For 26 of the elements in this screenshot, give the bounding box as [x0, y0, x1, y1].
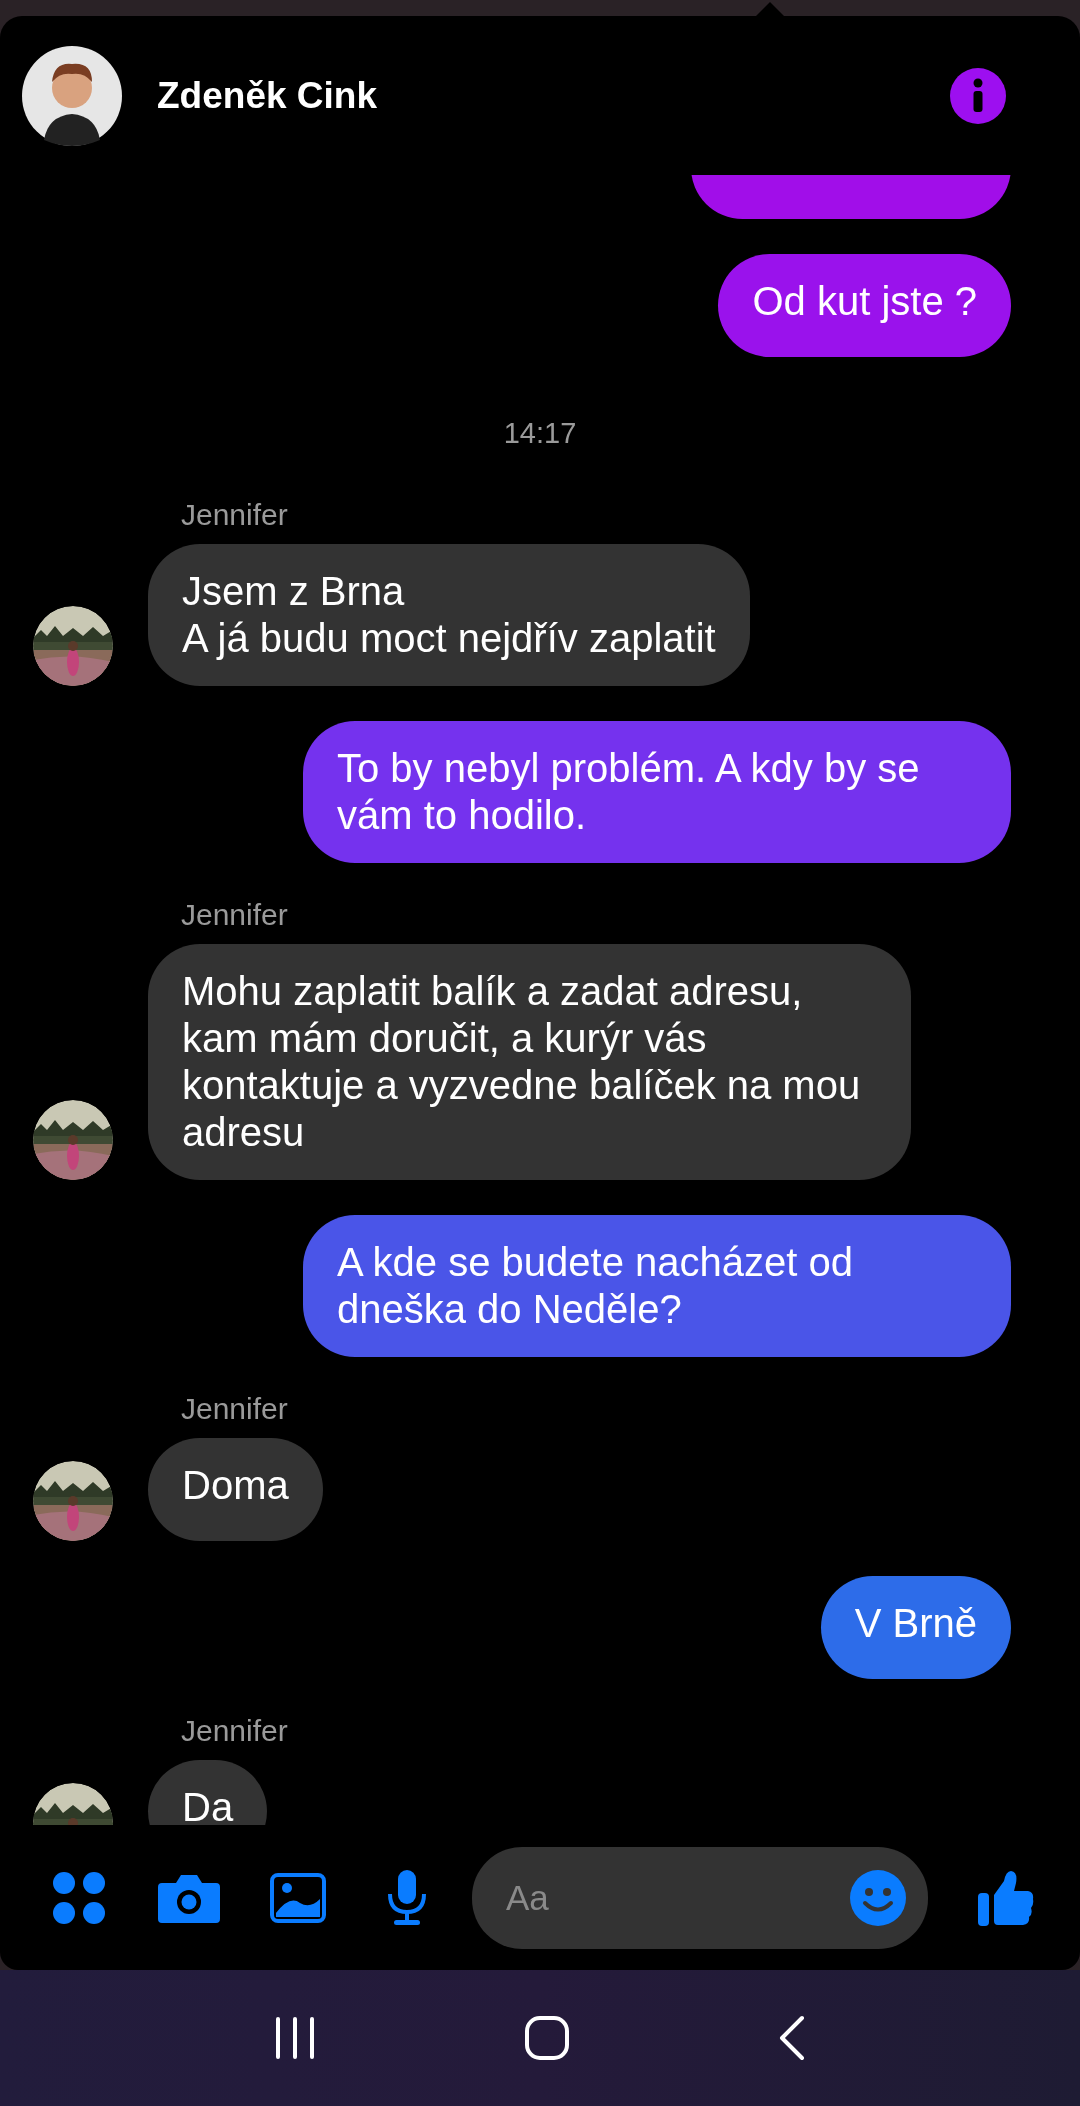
message-bubble: Od kut jste ?: [718, 254, 1011, 357]
message-bubble: A kde se budete nacházet od dneška do Neděle?: [303, 1215, 1011, 1357]
sender-name: Jennifer: [181, 1392, 289, 1426]
message-bubble: Jsem z Brna A já budu moct nejdřív zaplatit: [148, 544, 750, 686]
message-bubble: Da: [148, 1760, 268, 1825]
thumbs-up-icon[interactable]: [978, 1868, 1034, 1927]
sender-name: Jennifer: [181, 898, 289, 932]
recent-apps-icon[interactable]: [274, 2016, 316, 2060]
sender-name: Jennifer: [181, 498, 289, 532]
contact-name: Zdeněk Cink: [157, 74, 378, 117]
microphone-icon[interactable]: [386, 1869, 428, 1926]
apps-icon[interactable]: [52, 1870, 106, 1925]
message-bubble: Mohu zaplatit balík a zadat adresu, kam mám doručit, a kurýr vás kontaktuje a vyzvedne balíček na mou adresu: [148, 944, 911, 1180]
image-icon[interactable]: [270, 1872, 326, 1923]
home-icon[interactable]: [524, 2015, 570, 2061]
message-bubble: V Brně: [820, 1576, 1011, 1679]
camera-icon[interactable]: [158, 1872, 220, 1923]
message-bubble: Doma: [148, 1438, 323, 1541]
avatar-icon: [22, 45, 122, 146]
info-icon[interactable]: [950, 67, 1006, 124]
emoji-icon[interactable]: [850, 1869, 906, 1926]
message-bubble: To by nebyl problém. A kdy by se vám to hodilo.: [303, 721, 1011, 863]
back-icon[interactable]: [778, 2015, 806, 2061]
timestamp: 14:17: [503, 417, 577, 450]
sender-name: Jennifer: [181, 1714, 289, 1748]
message-field[interactable]: Aa: [472, 1846, 928, 1949]
